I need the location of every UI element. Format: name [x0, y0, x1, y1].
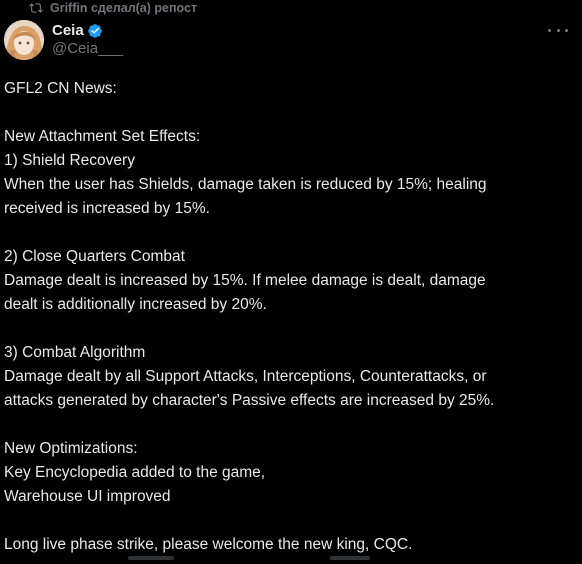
avatar[interactable] — [4, 20, 44, 60]
tweet-line: Key Encyclopedia added to the game, — [4, 464, 266, 481]
repost-icon — [29, 1, 43, 15]
cut-off-content — [0, 556, 582, 564]
tweet-line: Warehouse UI improved — [4, 488, 171, 505]
tweet-line: New Optimizations: — [4, 440, 138, 457]
tweet-line: dealt is additionally increased by 20%. — [4, 296, 267, 313]
tweet-line: 3) Combat Algorithm — [4, 344, 146, 361]
more-options-button[interactable] — [548, 22, 568, 38]
tweet-line: Long live phase strike, please welcome t… — [4, 536, 413, 553]
more-dot-icon — [556, 28, 560, 32]
verified-badge-icon — [87, 23, 103, 39]
repost-header[interactable]: Griffin сделал(а) репост — [29, 0, 197, 16]
more-dot-icon — [565, 28, 568, 32]
more-dot-icon — [548, 28, 551, 32]
tweet-line: 2) Close Quarters Combat — [4, 248, 185, 265]
tweet-line: received is increased by 15%. — [4, 200, 210, 217]
tweet-line: GFL2 CN News: — [4, 80, 117, 97]
author-name[interactable]: Ceia — [52, 22, 84, 39]
tweet-line: Damage dealt by all Support Attacks, Int… — [4, 368, 487, 385]
author-handle[interactable]: @Ceia___ — [52, 40, 123, 57]
tweet-line: New Attachment Set Effects: — [4, 128, 201, 145]
tweet-line: When the user has Shields, damage taken … — [4, 176, 487, 193]
author-block[interactable]: Ceia @Ceia___ — [52, 21, 123, 57]
tweet-line: attacks generated by character's Passive… — [4, 392, 495, 409]
repost-text: Griffin сделал(а) репост — [50, 1, 198, 15]
tweet-line: Damage dealt is increased by 15%. If mel… — [4, 272, 486, 289]
author-name-row: Ceia — [52, 21, 123, 40]
tweet-line: 1) Shield Recovery — [4, 152, 135, 169]
tweet-text: GFL2 CN News: New Attachment Set Effects:… — [4, 77, 574, 557]
